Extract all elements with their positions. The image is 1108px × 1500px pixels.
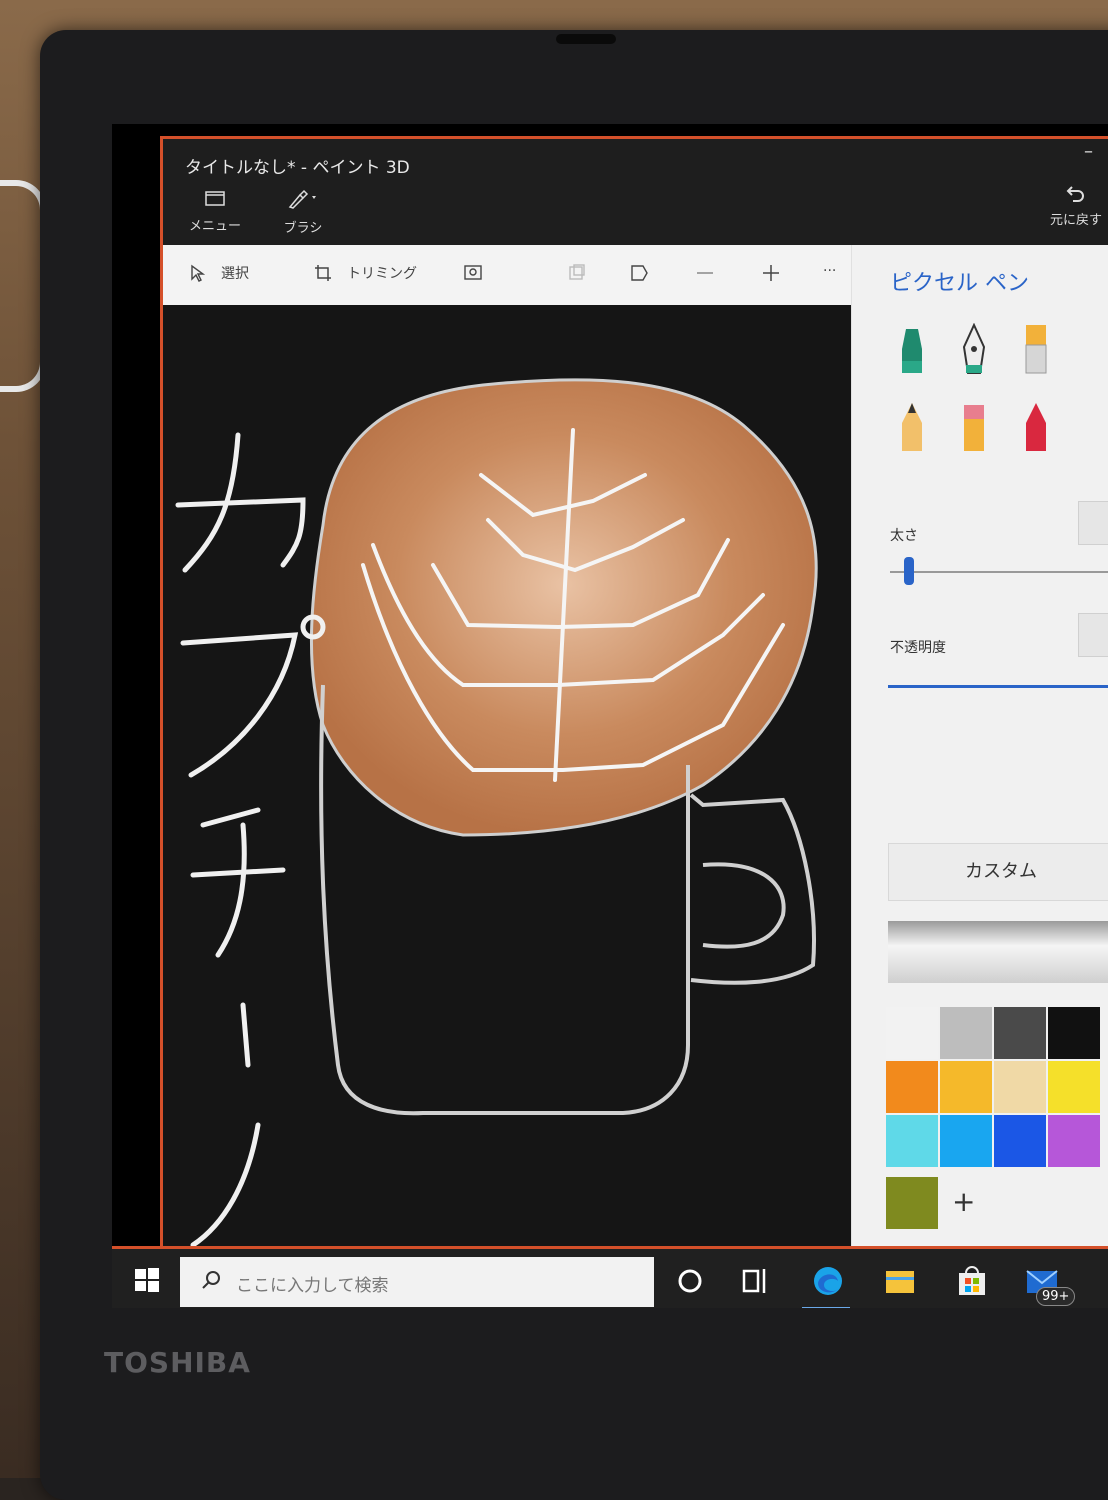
edge-browser-icon[interactable] [810, 1263, 846, 1299]
search-icon [202, 1271, 220, 1289]
paste-tool[interactable] [567, 263, 587, 283]
magic-select-tool[interactable] [463, 263, 483, 283]
file-explorer-icon[interactable] [882, 1263, 918, 1299]
undo-button[interactable]: 元に戻す [1041, 181, 1108, 228]
thickness-input[interactable] [1078, 501, 1108, 545]
drawing-canvas[interactable] [163, 305, 851, 1249]
laptop-screen: タイトルなし* - ペイント 3D – メニュー ブラシ 元に戻す 選択 トリミ… [112, 124, 1108, 1308]
search-placeholder: ここに入力して検索 [236, 1276, 389, 1296]
thickness-slider-knob[interactable] [904, 557, 914, 585]
zoom-out-button[interactable] [695, 263, 715, 283]
color-swatch[interactable] [940, 1007, 992, 1059]
store-icon[interactable] [954, 1263, 990, 1299]
brush-panel: ピクセル ペン 太さ 不透明度 カスタム + [851, 245, 1108, 1249]
zoom-in-button[interactable] [761, 263, 781, 283]
crayon-icon[interactable] [1016, 401, 1056, 457]
crop-icon [315, 265, 331, 281]
canvas-toolbar: 選択 トリミング ··· [163, 245, 851, 306]
brush-label: ブラシ [283, 221, 323, 236]
plus-icon [763, 265, 779, 281]
cursor-icon [191, 264, 206, 282]
color-swatch[interactable] [886, 1061, 938, 1113]
opacity-slider[interactable] [888, 685, 1108, 688]
trim-tool[interactable]: トリミング [313, 263, 417, 283]
mail-badge: 99+ [1036, 1287, 1076, 1306]
window-title: タイトルなし* - ペイント 3D [185, 158, 410, 178]
oil-brush-icon[interactable] [1016, 323, 1056, 379]
trim-label: トリミング [347, 266, 417, 282]
opacity-input[interactable] [1078, 613, 1108, 657]
color-swatch[interactable] [994, 1061, 1046, 1113]
active-app-indicator [802, 1307, 850, 1308]
minimize-button[interactable]: – [1084, 141, 1093, 162]
windows-taskbar: ここに入力して検索 99+ [112, 1246, 1108, 1308]
magic-select-icon [464, 265, 482, 280]
undo-icon [1066, 186, 1084, 202]
taskbar-search[interactable]: ここに入力して検索 [180, 1257, 654, 1307]
color-swatch[interactable] [886, 1007, 938, 1059]
canvas-drawing [175, 378, 818, 1248]
minus-icon [697, 272, 713, 274]
thickness-label: 太さ [890, 528, 918, 544]
windows-start-icon[interactable] [134, 1267, 160, 1293]
color-swatch[interactable] [1048, 1115, 1100, 1167]
current-color-preview [888, 921, 1108, 983]
marker-icon[interactable] [892, 323, 932, 379]
title-bar: タイトルなし* - ペイント 3D – メニュー ブラシ 元に戻す [163, 139, 1108, 245]
more-button[interactable]: ··· [823, 263, 836, 279]
selected-color-swatch[interactable] [886, 1177, 938, 1229]
webcam [556, 34, 616, 44]
menu-button[interactable]: メニュー [185, 189, 245, 234]
custom-color-button[interactable]: カスタム [888, 843, 1108, 901]
color-swatch[interactable] [1048, 1061, 1100, 1113]
brush-icon [288, 189, 316, 209]
flag-tool[interactable] [629, 263, 649, 283]
folder-icon [205, 191, 225, 206]
brush-button[interactable]: ブラシ [273, 189, 333, 236]
eraser-icon[interactable] [954, 401, 994, 457]
paste-icon [569, 264, 585, 280]
color-swatch[interactable] [940, 1115, 992, 1167]
opacity-label: 不透明度 [890, 640, 946, 656]
calligraphy-pen-icon[interactable] [954, 323, 994, 379]
task-view-icon[interactable] [738, 1263, 774, 1299]
select-label: 選択 [221, 266, 249, 282]
flag-icon [631, 265, 648, 281]
handwritten-text [175, 432, 326, 1248]
cup-handle [689, 793, 816, 985]
add-color-button[interactable]: + [952, 1185, 975, 1218]
panel-title: ピクセル ペン [890, 271, 1029, 296]
color-swatch[interactable] [994, 1115, 1046, 1167]
color-swatch[interactable] [1048, 1007, 1100, 1059]
color-swatch[interactable] [886, 1115, 938, 1167]
pencil-icon[interactable] [892, 401, 932, 457]
brand-logo: TOSHIBA [104, 1346, 251, 1379]
color-swatch[interactable] [994, 1007, 1046, 1059]
color-swatch[interactable] [940, 1061, 992, 1113]
select-tool[interactable]: 選択 [187, 263, 249, 283]
undo-label: 元に戻す [1049, 213, 1102, 228]
thickness-slider-track[interactable] [890, 571, 1108, 573]
menu-label: メニュー [188, 219, 241, 234]
paint3d-window: タイトルなし* - ペイント 3D – メニュー ブラシ 元に戻す 選択 トリミ… [160, 136, 1108, 1252]
cortana-icon[interactable] [672, 1263, 708, 1299]
